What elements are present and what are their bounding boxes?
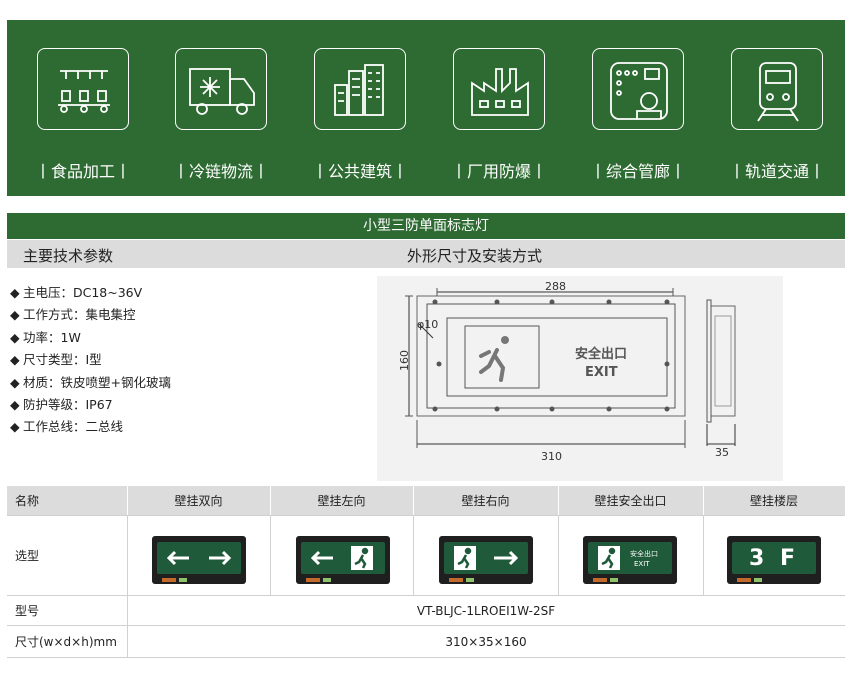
refrigerated-truck-icon (175, 48, 267, 130)
train-icon (731, 48, 823, 130)
table-row-selection: 选型 安全出口 EXIT 3 F (7, 516, 845, 596)
table-header-row: 名称 壁挂双向 壁挂左向 壁挂右向 壁挂安全出口 壁挂楼层 (7, 486, 845, 516)
sign-en-label: EXIT (585, 365, 618, 380)
floor-sign-text: 3 F (749, 545, 799, 571)
col-header-exit: 壁挂安全出口 (594, 494, 667, 508)
specs-heading: 主要技术参数 (23, 247, 114, 265)
app-label-utility-tunnel: 丨综合管廊丨 (589, 162, 686, 181)
factory-icon (453, 48, 545, 130)
spec-mode: ◆ 工作方式：集电集控 (10, 307, 136, 322)
app-label-food: 丨食品加工丨 (34, 162, 131, 181)
bidirectional-sign-image (152, 536, 246, 584)
public-building-icon (314, 48, 406, 130)
running-man-exit-icon: 安全出口 EXIT (598, 546, 658, 570)
exit-sign-en: EXIT (634, 560, 650, 568)
left-arrow-running-man-icon (310, 546, 373, 570)
spec-bus: ◆ 工作总线：二总线 (10, 419, 124, 434)
dim-depth: 35 (715, 446, 729, 459)
double-arrow-icon (166, 550, 232, 566)
table-row-size: 尺寸(w×d×h)mm 310×35×160 (7, 626, 845, 658)
size-value: 310×35×160 (445, 634, 527, 649)
section-header: 主要技术参数 外形尺寸及安装方式 (7, 240, 845, 268)
spec-protection: ◆ 防护等级：IP67 (10, 397, 113, 412)
dim-inner-width: 288 (545, 280, 566, 293)
dim-hole: φ10 (417, 318, 438, 331)
utility-tunnel-icon (592, 48, 684, 130)
product-title: 小型三防单面标志灯 (7, 213, 845, 239)
exit-sign-cn: 安全出口 (630, 549, 658, 558)
food-processing-icon (37, 48, 129, 130)
col-header-floor: 壁挂楼层 (749, 494, 798, 508)
spec-text: 尺寸类型：Ⅰ型 (23, 352, 102, 367)
spec-power: ◆ 功率：1W (10, 330, 81, 345)
floor-sign-image: 3 F (727, 536, 821, 584)
sign-cn-label: 安全出口 (575, 346, 627, 362)
app-label-cold-chain: 丨冷链物流丨 (172, 162, 269, 181)
dimension-drawing: 安全出口 EXIT 288 310 160 φ10 35 (377, 276, 783, 481)
dim-height: 160 (398, 350, 411, 371)
running-man-right-arrow-icon (454, 546, 519, 570)
table-row-model: 型号 VT-BLJC-1LROEⅠ1W-2SF (7, 596, 845, 626)
col-header-right: 壁挂右向 (461, 494, 510, 508)
application-banner: 丨食品加工丨 丨冷链物流丨 丨公共建筑丨 丨厂用防爆丨 丨综合管廊丨 丨轨道交通… (7, 20, 845, 196)
right-sign-image (439, 536, 533, 584)
spec-material: ◆ 材质：铁皮喷塑+钢化玻璃 (10, 375, 171, 390)
row-label-selection: 选型 (15, 549, 40, 563)
col-header-left: 壁挂左向 (317, 494, 366, 508)
model-value: VT-BLJC-1LROEⅠ1W-2SF (416, 603, 556, 618)
app-label-rail: 丨轨道交通丨 (728, 162, 825, 181)
app-label-factory: 丨厂用防爆丨 (450, 162, 547, 181)
spec-voltage: ◆ 主电压：DC18~36V (10, 285, 143, 300)
left-sign-image (296, 536, 390, 584)
spec-text: 材质：铁皮喷塑+钢化玻璃 (23, 375, 171, 390)
row-label-model: 型号 (15, 604, 40, 618)
spec-size-type: ◆ 尺寸类型：Ⅰ型 (10, 352, 102, 367)
dim-outer-width: 310 (541, 450, 562, 463)
spec-text: 防护等级：IP67 (23, 397, 113, 412)
spec-text: 功率：1W (23, 330, 81, 345)
col-header-name: 名称 (15, 494, 40, 508)
spec-text: 工作总线：二总线 (23, 419, 124, 434)
col-header-bidirectional: 壁挂双向 (174, 494, 223, 508)
app-label-public-building: 丨公共建筑丨 (311, 162, 408, 181)
spec-text: 主电压：DC18~36V (23, 285, 143, 300)
row-label-size: 尺寸(w×d×h)mm (15, 635, 117, 649)
exit-sign-image: 安全出口 EXIT (583, 536, 677, 584)
drawing-heading: 外形尺寸及安装方式 (407, 247, 543, 265)
spec-text: 工作方式：集电集控 (23, 307, 136, 322)
